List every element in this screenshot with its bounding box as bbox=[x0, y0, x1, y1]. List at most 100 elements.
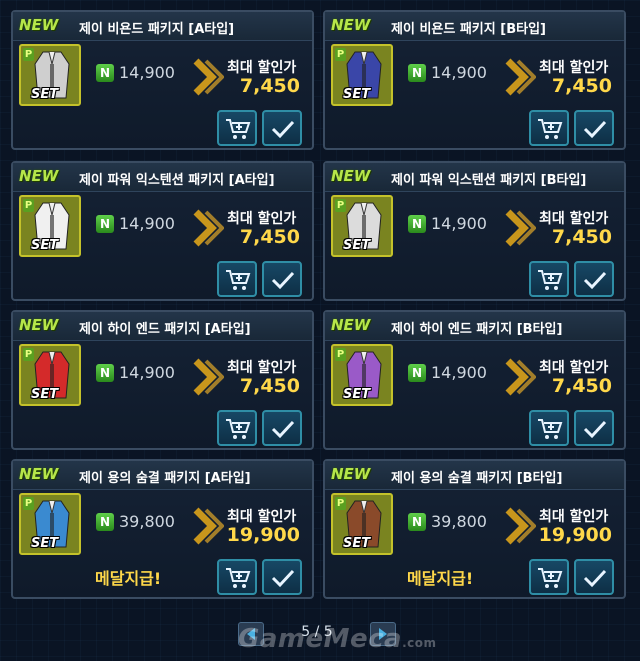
premium-badge: P bbox=[335, 199, 346, 212]
chevron-right-icon bbox=[193, 358, 224, 396]
currency-n-icon: N bbox=[408, 215, 426, 233]
new-badge: NEW bbox=[19, 167, 59, 185]
check-icon bbox=[583, 271, 607, 290]
currency-n-icon: N bbox=[408, 64, 426, 82]
premium-badge: P bbox=[23, 48, 34, 61]
product-card[interactable]: NEW 제이 비욘드 패키지 [B타입] P SET N 14,900 최대 할… bbox=[323, 10, 626, 150]
chevron-right-icon bbox=[505, 507, 536, 545]
currency-n-icon: N bbox=[408, 364, 426, 382]
new-badge: NEW bbox=[331, 16, 371, 34]
discount-label: 최대 할인가 bbox=[539, 211, 609, 227]
card-header: NEW 제이 파워 익스텐션 패키지 [A타입] bbox=[13, 163, 312, 192]
discount-price: 19,900 bbox=[226, 524, 300, 546]
product-card[interactable]: NEW 제이 파워 익스텐션 패키지 [A타입] P SET N 14,900 … bbox=[11, 161, 314, 301]
product-thumbnail[interactable]: P SET bbox=[19, 344, 81, 406]
discount-label: 최대 할인가 bbox=[227, 509, 297, 525]
product-card[interactable]: NEW 제이 하이 엔드 패키지 [B타입] P SET N 14,900 최대… bbox=[323, 310, 626, 450]
chevron-right-icon bbox=[193, 209, 224, 247]
medal-notice: 메달지급! bbox=[407, 569, 474, 588]
currency-n-icon: N bbox=[96, 215, 114, 233]
set-label: SET bbox=[31, 536, 59, 551]
currency-n-icon: N bbox=[96, 64, 114, 82]
select-button[interactable] bbox=[574, 410, 614, 446]
set-label: SET bbox=[31, 387, 59, 402]
product-thumbnail[interactable]: P SET bbox=[331, 344, 393, 406]
select-button[interactable] bbox=[574, 261, 614, 297]
product-thumbnail[interactable]: P SET bbox=[331, 493, 393, 555]
product-title: 제이 비욘드 패키지 [B타입] bbox=[391, 22, 546, 37]
cart-icon bbox=[226, 419, 251, 439]
original-price: 14,900 bbox=[119, 363, 175, 382]
product-title: 제이 비욘드 패키지 [A타입] bbox=[79, 22, 235, 37]
discount-label: 최대 할인가 bbox=[227, 60, 297, 76]
add-to-cart-button[interactable] bbox=[217, 559, 257, 595]
select-button[interactable] bbox=[262, 559, 302, 595]
check-icon bbox=[271, 569, 295, 588]
add-to-cart-button[interactable] bbox=[529, 110, 569, 146]
new-badge: NEW bbox=[331, 316, 371, 334]
product-card[interactable]: NEW 제이 비욘드 패키지 [A타입] P SET N 14,900 최대 할… bbox=[11, 10, 314, 150]
card-header: NEW 제이 하이 엔드 패키지 [A타입] bbox=[13, 312, 312, 341]
original-price: 14,900 bbox=[431, 363, 487, 382]
premium-badge: P bbox=[335, 497, 346, 510]
add-to-cart-button[interactable] bbox=[217, 261, 257, 297]
new-badge: NEW bbox=[19, 16, 59, 34]
select-button[interactable] bbox=[262, 110, 302, 146]
select-button[interactable] bbox=[574, 110, 614, 146]
card-header: NEW 제이 파워 익스텐션 패키지 [B타입] bbox=[325, 163, 624, 192]
check-icon bbox=[271, 120, 295, 139]
discount-label: 최대 할인가 bbox=[539, 509, 609, 525]
set-label: SET bbox=[343, 387, 371, 402]
check-icon bbox=[583, 120, 607, 139]
discount-price: 7,450 bbox=[239, 375, 300, 397]
set-label: SET bbox=[31, 87, 59, 102]
premium-badge: P bbox=[23, 497, 34, 510]
add-to-cart-button[interactable] bbox=[529, 410, 569, 446]
card-header: NEW 제이 비욘드 패키지 [A타입] bbox=[13, 12, 312, 41]
select-button[interactable] bbox=[262, 410, 302, 446]
new-badge: NEW bbox=[19, 316, 59, 334]
product-thumbnail[interactable]: P SET bbox=[331, 44, 393, 106]
premium-badge: P bbox=[335, 48, 346, 61]
cart-icon bbox=[226, 568, 251, 588]
product-thumbnail[interactable]: P SET bbox=[19, 195, 81, 257]
discount-price: 7,450 bbox=[239, 226, 300, 248]
add-to-cart-button[interactable] bbox=[529, 261, 569, 297]
cart-icon bbox=[538, 568, 563, 588]
add-to-cart-button[interactable] bbox=[529, 559, 569, 595]
discount-price: 7,450 bbox=[551, 75, 612, 97]
product-thumbnail[interactable]: P SET bbox=[19, 493, 81, 555]
check-icon bbox=[583, 420, 607, 439]
product-title: 제이 용의 숨결 패키지 [A타입] bbox=[79, 471, 251, 486]
cart-icon bbox=[538, 419, 563, 439]
product-thumbnail[interactable]: P SET bbox=[331, 195, 393, 257]
set-label: SET bbox=[343, 536, 371, 551]
original-price: 39,800 bbox=[119, 512, 175, 531]
discount-price: 7,450 bbox=[239, 75, 300, 97]
premium-badge: P bbox=[23, 199, 34, 212]
watermark: GameMeca.com bbox=[238, 624, 437, 654]
original-price: 14,900 bbox=[431, 63, 487, 82]
select-button[interactable] bbox=[262, 261, 302, 297]
product-title: 제이 파워 익스텐션 패키지 [A타입] bbox=[79, 173, 275, 188]
product-card[interactable]: NEW 제이 하이 엔드 패키지 [A타입] P SET N 14,900 최대… bbox=[11, 310, 314, 450]
select-button[interactable] bbox=[574, 559, 614, 595]
product-card[interactable]: NEW 제이 용의 숨결 패키지 [B타입] P SET N 39,800 최대… bbox=[323, 459, 626, 599]
add-to-cart-button[interactable] bbox=[217, 110, 257, 146]
chevron-right-icon bbox=[193, 507, 224, 545]
set-label: SET bbox=[343, 238, 371, 253]
product-title: 제이 하이 엔드 패키지 [B타입] bbox=[391, 322, 563, 337]
check-icon bbox=[271, 271, 295, 290]
product-thumbnail[interactable]: P SET bbox=[19, 44, 81, 106]
product-card[interactable]: NEW 제이 파워 익스텐션 패키지 [B타입] P SET N 14,900 … bbox=[323, 161, 626, 301]
watermark-brand: GameMeca bbox=[238, 624, 403, 654]
original-price: 14,900 bbox=[431, 214, 487, 233]
set-label: SET bbox=[31, 238, 59, 253]
add-to-cart-button[interactable] bbox=[217, 410, 257, 446]
product-card[interactable]: NEW 제이 용의 숨결 패키지 [A타입] P SET N 39,800 최대… bbox=[11, 459, 314, 599]
original-price: 14,900 bbox=[119, 63, 175, 82]
cart-icon bbox=[538, 119, 563, 139]
cart-icon bbox=[226, 119, 251, 139]
chevron-right-icon bbox=[193, 58, 224, 96]
set-label: SET bbox=[343, 87, 371, 102]
